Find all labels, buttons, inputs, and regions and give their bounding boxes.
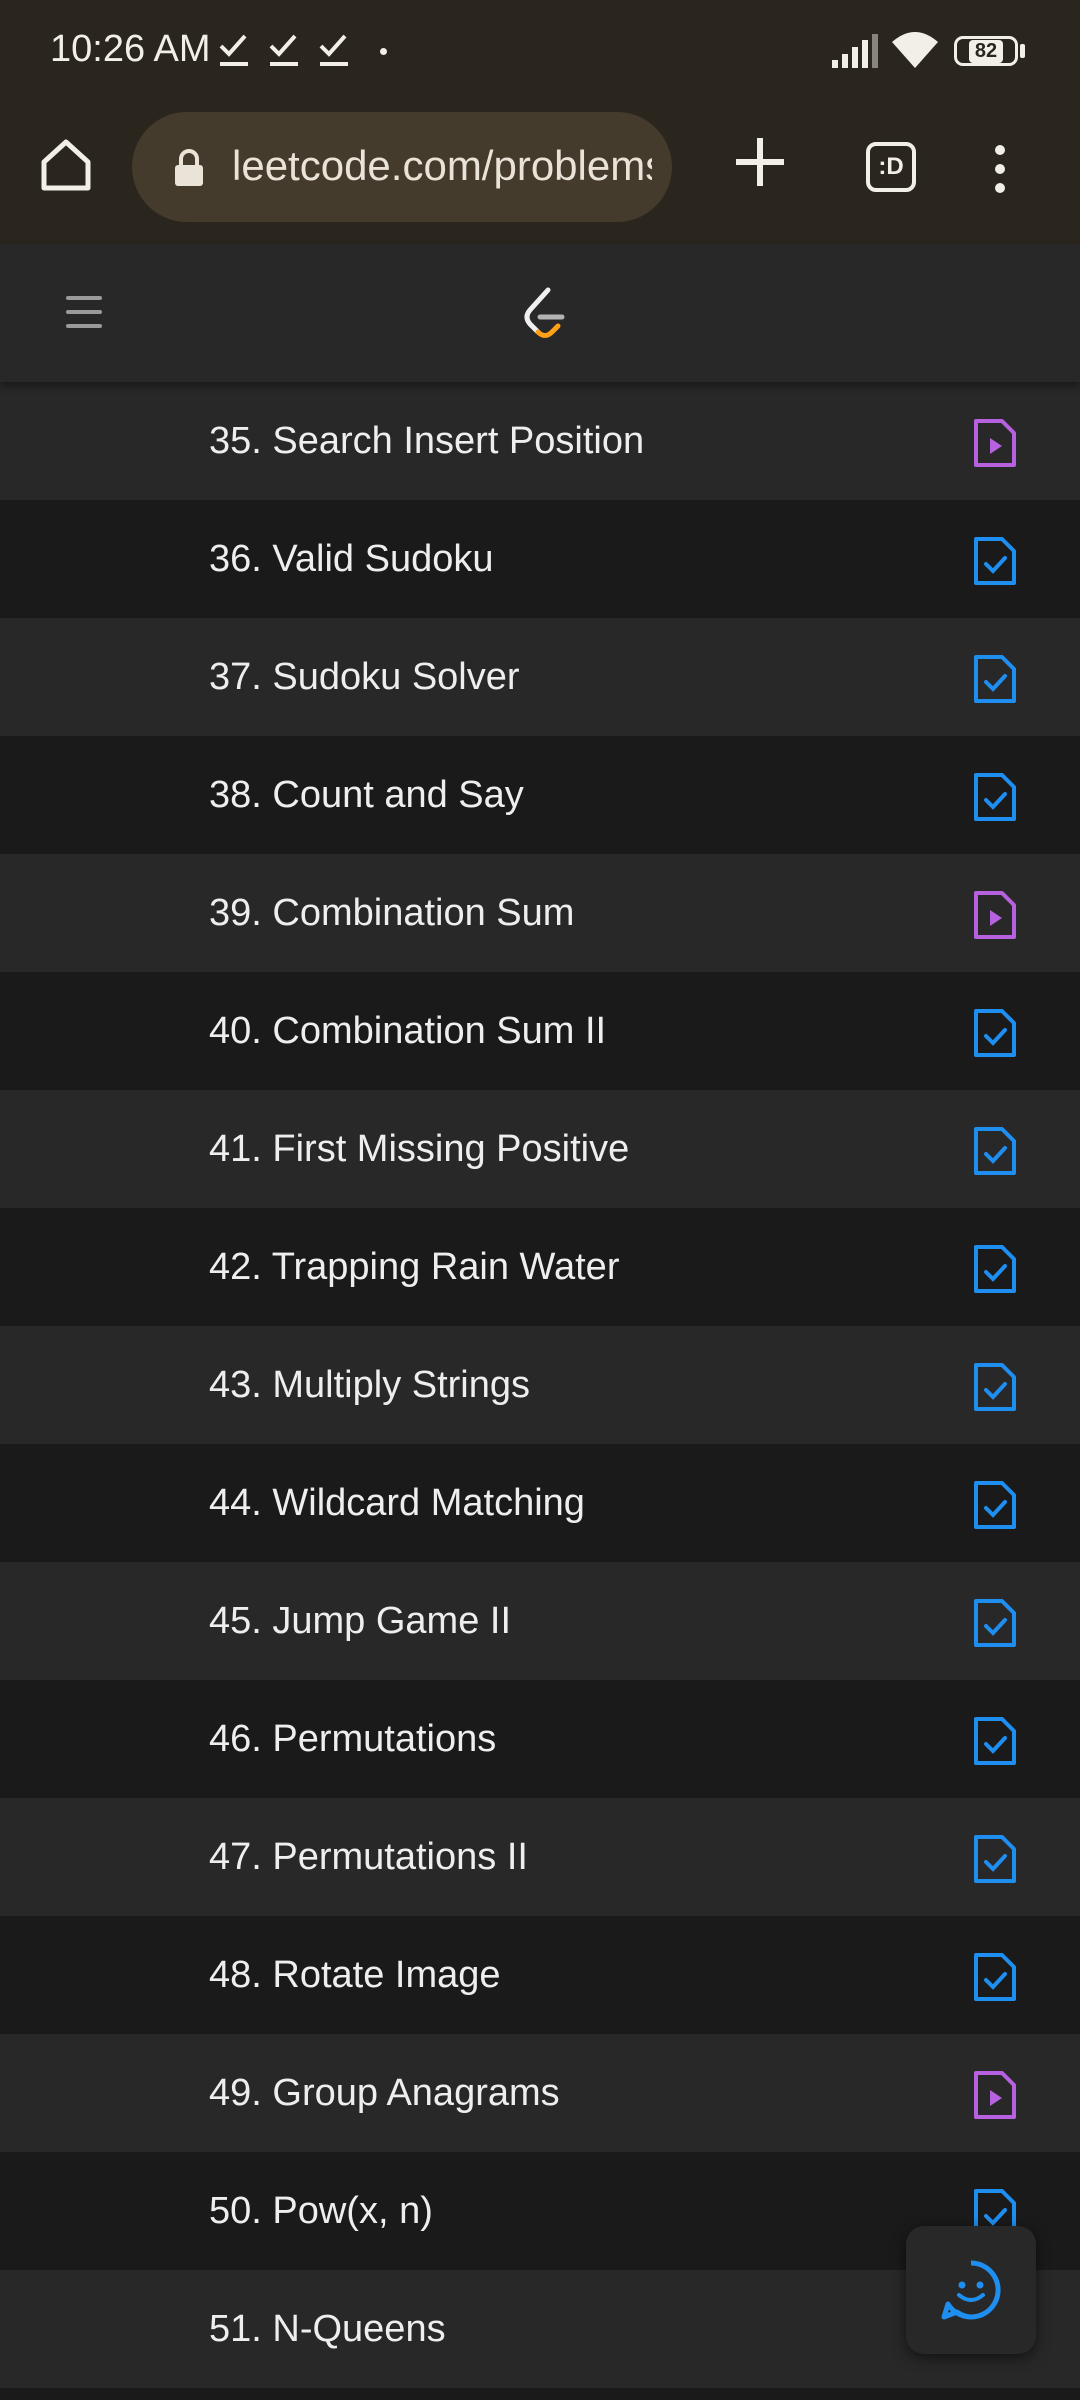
problem-title[interactable]: 49. Group Anagrams [209, 2034, 560, 2152]
problem-row[interactable]: 40. Combination Sum II [0, 972, 1080, 1090]
problem-title[interactable]: 51. N-Queens [209, 2270, 446, 2388]
problem-title[interactable]: 41. First Missing Positive [209, 1090, 629, 1208]
download-done-icon [269, 34, 298, 66]
solution-file-icon[interactable] [972, 1834, 1018, 1884]
problem-row[interactable]: 39. Combination Sum [0, 854, 1080, 972]
problem-title[interactable]: 44. Wildcard Matching [209, 1444, 585, 1562]
problem-row[interactable]: 47. Permutations II [0, 1798, 1080, 1916]
problem-row[interactable]: 46. Permutations [0, 1680, 1080, 1798]
problem-title[interactable]: 43. Multiply Strings [209, 1326, 530, 1444]
solution-file-icon[interactable] [972, 1362, 1018, 1412]
problem-row[interactable]: 44. Wildcard Matching [0, 1444, 1080, 1562]
problem-row[interactable]: 37. Sudoku Solver [0, 618, 1080, 736]
problem-title[interactable]: 39. Combination Sum [209, 854, 574, 972]
problem-title[interactable]: 36. Valid Sudoku [209, 500, 494, 618]
problem-title[interactable]: 35. Search Insert Position [209, 382, 644, 500]
tab-switcher-button[interactable]: :D [866, 142, 916, 192]
problem-title[interactable]: 47. Permutations II [209, 1798, 528, 1916]
solution-file-icon[interactable] [972, 654, 1018, 704]
leetcode-logo-icon[interactable] [514, 284, 574, 344]
lock-icon [175, 149, 203, 186]
problem-row[interactable]: 49. Group Anagrams [0, 2034, 1080, 2152]
problem-title[interactable]: 50. Pow(x, n) [209, 2152, 433, 2270]
status-time: 10:26 AM [50, 28, 211, 70]
video-file-icon[interactable] [972, 418, 1018, 468]
wifi-icon [892, 32, 938, 68]
video-file-icon[interactable] [972, 890, 1018, 940]
problem-title[interactable]: 40. Combination Sum II [209, 972, 606, 1090]
solution-file-icon[interactable] [972, 1480, 1018, 1530]
battery-level: 82 [968, 39, 1004, 63]
problem-row[interactable]: 45. Jump Game II [0, 1562, 1080, 1680]
solution-file-icon[interactable] [972, 1244, 1018, 1294]
status-bar: 10:26 AM 82 [0, 0, 1080, 104]
problem-title[interactable]: 48. Rotate Image [209, 1916, 501, 2034]
battery-icon: 82 [954, 36, 1018, 66]
leetcode-header [0, 244, 1080, 382]
feedback-button[interactable] [906, 2226, 1036, 2354]
download-done-icon [319, 34, 348, 66]
problem-row[interactable]: 48. Rotate Image [0, 1916, 1080, 2034]
battery-nub [1020, 44, 1025, 58]
problem-title[interactable]: 42. Trapping Rain Water [209, 1208, 619, 1326]
hamburger-menu-icon[interactable] [64, 292, 104, 332]
solution-file-icon[interactable] [972, 1598, 1018, 1648]
solution-file-icon[interactable] [972, 1952, 1018, 2002]
solution-file-icon[interactable] [972, 1716, 1018, 1766]
signal-icon [832, 34, 878, 68]
address-bar[interactable]: leetcode.com/problems [132, 112, 672, 222]
download-done-icon [219, 34, 248, 66]
solution-file-icon[interactable] [972, 1126, 1018, 1176]
problem-list: 35. Search Insert Position 36. Valid Sud… [0, 382, 1080, 2388]
problem-title[interactable]: 38. Count and Say [209, 736, 524, 854]
url-text[interactable]: leetcode.com/problems [232, 142, 652, 190]
solution-file-icon[interactable] [972, 772, 1018, 822]
problem-title[interactable]: 46. Permutations [209, 1680, 496, 1798]
problem-row[interactable]: 41. First Missing Positive [0, 1090, 1080, 1208]
problem-row[interactable]: 36. Valid Sudoku [0, 500, 1080, 618]
solution-file-icon[interactable] [972, 536, 1018, 586]
problem-title[interactable]: 37. Sudoku Solver [209, 618, 520, 736]
problem-row[interactable]: 42. Trapping Rain Water [0, 1208, 1080, 1326]
new-tab-icon[interactable] [732, 134, 788, 190]
video-file-icon[interactable] [972, 2070, 1018, 2120]
problem-row[interactable]: 35. Search Insert Position [0, 382, 1080, 500]
problem-row[interactable]: 43. Multiply Strings [0, 1326, 1080, 1444]
browser-toolbar: leetcode.com/problems :D [0, 104, 1080, 244]
notification-icons [218, 32, 350, 68]
smiley-chat-icon [941, 2260, 1001, 2320]
home-icon[interactable] [36, 134, 96, 194]
solution-file-icon[interactable] [972, 1008, 1018, 1058]
problem-row[interactable]: 38. Count and Say [0, 736, 1080, 854]
problem-title[interactable]: 45. Jump Game II [209, 1562, 511, 1680]
more-notifications-dot [380, 48, 387, 55]
more-menu-icon[interactable] [992, 144, 1008, 194]
